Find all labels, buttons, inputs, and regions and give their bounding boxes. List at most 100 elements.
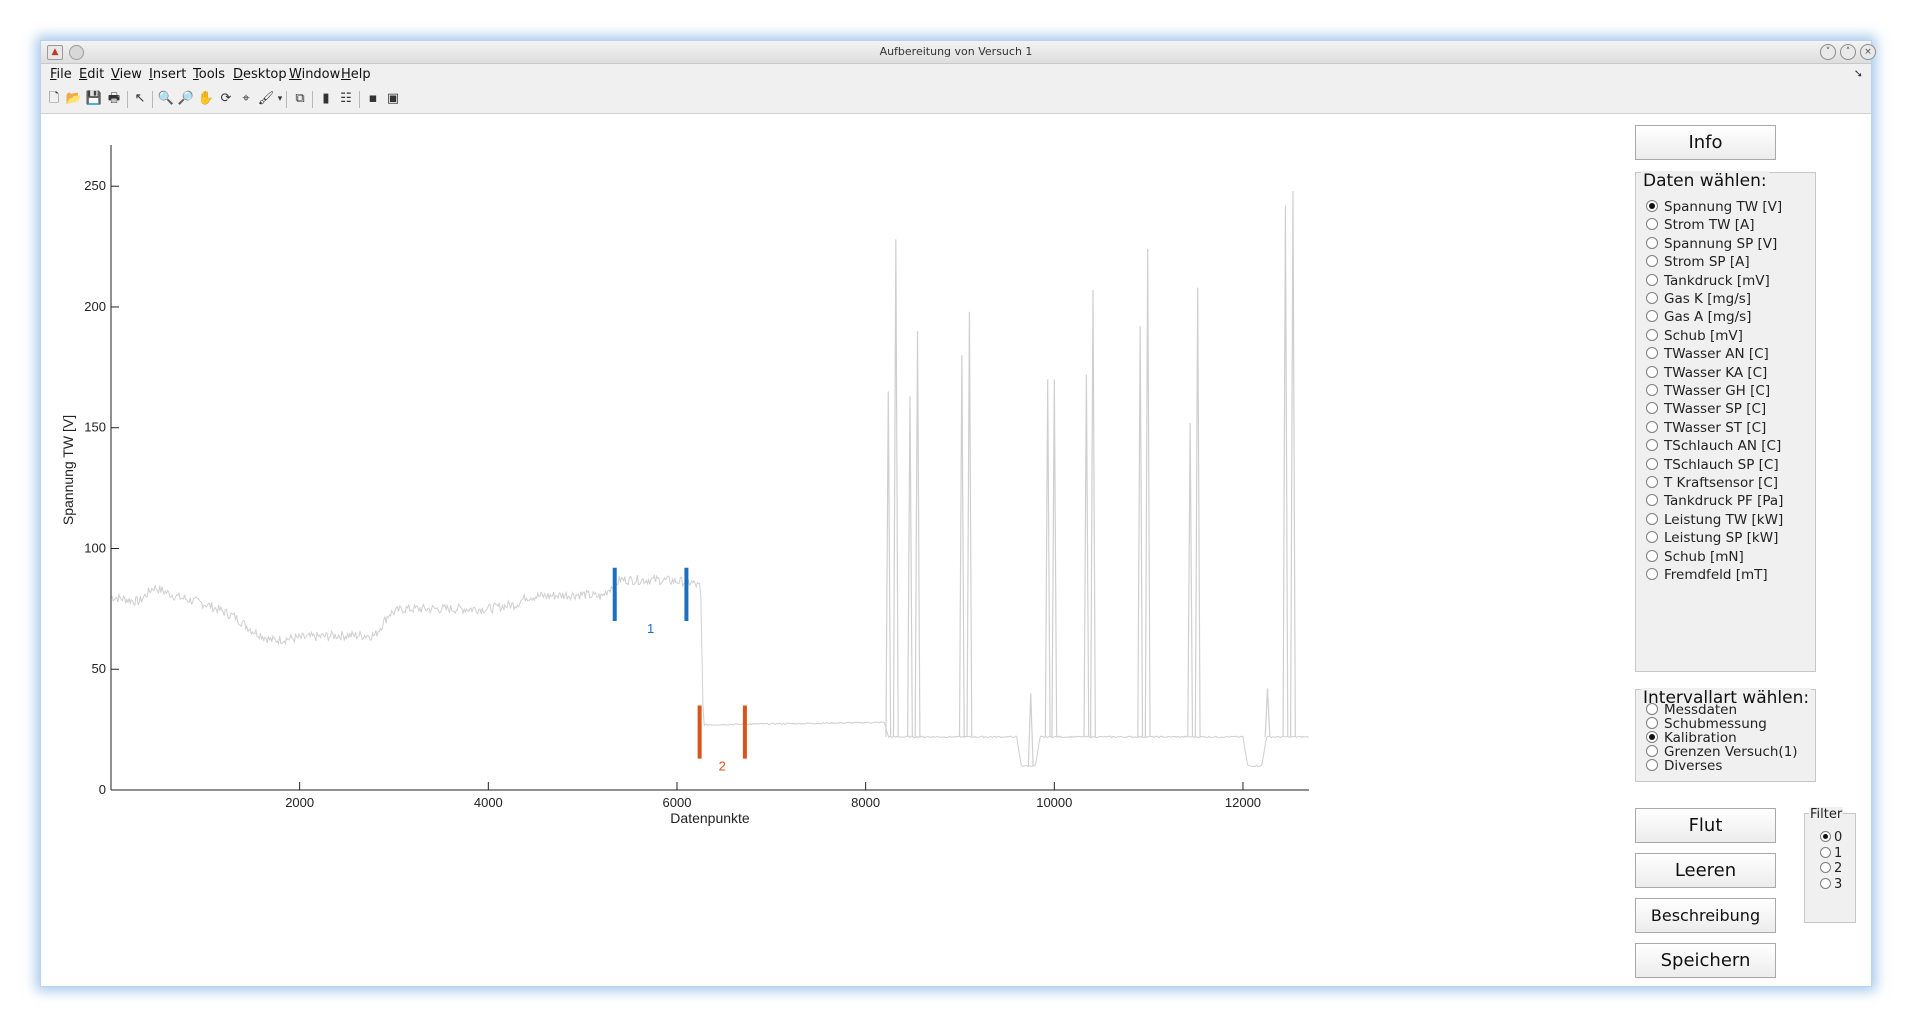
daten-option[interactable]: Strom TW [A]: [1646, 217, 1754, 235]
leeren-button[interactable]: Leeren: [1635, 853, 1776, 888]
filter-option[interactable]: 1: [1820, 846, 1842, 861]
minimize-icon[interactable]: ˅: [1820, 44, 1836, 60]
line-chart[interactable]: 1 2 2000 4000 6000 8000 10000 12000 0 50 100 150 20…: [41, 115, 1621, 985]
radio-button-icon[interactable]: [1820, 877, 1831, 889]
daten-option[interactable]: Schub [mN]: [1646, 549, 1744, 567]
radio-button-icon[interactable]: [1646, 365, 1658, 378]
menu-view[interactable]: View: [111, 67, 142, 82]
daten-option[interactable]: Schub [mV]: [1646, 328, 1743, 346]
daten-option-label: TWasser SP [C]: [1664, 401, 1767, 418]
radio-button-icon[interactable]: [1646, 200, 1658, 212]
pointer-icon[interactable]: ↖: [131, 90, 149, 108]
daten-option[interactable]: Fremdfeld [mT]: [1646, 567, 1768, 585]
radio-button-icon[interactable]: [1646, 439, 1658, 452]
daten-option[interactable]: Strom SP [A]: [1646, 254, 1750, 272]
daten-option[interactable]: Tankdruck PF [Pa]: [1646, 493, 1783, 511]
beschreibung-button[interactable]: Beschreibung: [1635, 898, 1776, 933]
daten-option[interactable]: T Kraftsensor [C]: [1646, 475, 1778, 493]
radio-button-icon[interactable]: [1646, 549, 1658, 562]
menu-tools[interactable]: Tools: [193, 67, 225, 82]
data-cursor-icon[interactable]: ⌖: [237, 90, 255, 108]
daten-option[interactable]: TWasser KA [C]: [1646, 365, 1767, 383]
radio-button-icon[interactable]: [1646, 218, 1658, 231]
daten-option[interactable]: Gas A [mg/s]: [1646, 309, 1751, 327]
radio-button-icon[interactable]: [1646, 273, 1658, 286]
radio-button-icon[interactable]: [1646, 402, 1658, 415]
radio-button-icon[interactable]: [1646, 512, 1658, 525]
daten-option[interactable]: Tankdruck [mV]: [1646, 273, 1770, 291]
radio-button-icon[interactable]: [1646, 292, 1658, 304]
rotate-3d-icon[interactable]: ⟳: [217, 90, 235, 108]
radio-button-icon[interactable]: [1646, 236, 1658, 249]
radio-button-icon[interactable]: [1820, 862, 1831, 873]
filter-option[interactable]: 0: [1820, 830, 1842, 845]
flut-button[interactable]: Flut: [1635, 808, 1776, 843]
radio-button-icon[interactable]: [1646, 494, 1658, 507]
daten-option[interactable]: Spannung TW [V]: [1646, 199, 1782, 217]
daten-option[interactable]: TWasser SP [C]: [1646, 401, 1766, 419]
speichern-button[interactable]: Speichern: [1635, 943, 1776, 978]
radio-button-icon[interactable]: [1646, 568, 1658, 580]
open-file-icon[interactable]: 📂: [65, 90, 83, 108]
radio-button-icon[interactable]: [1646, 745, 1658, 757]
radio-button-icon[interactable]: [1646, 255, 1658, 268]
show-plot-tools-icon[interactable]: ▣: [384, 90, 402, 108]
link-plot-icon[interactable]: ⧉: [291, 90, 309, 108]
menu-desktop[interactable]: Desktop: [233, 67, 287, 82]
daten-option[interactable]: TSchlauch AN [C]: [1646, 438, 1781, 456]
zoom-in-icon[interactable]: 🔍: [157, 90, 175, 108]
daten-option[interactable]: TWasser GH [C]: [1646, 383, 1770, 401]
window-title: Aufbereitung von Versuch 1: [879, 45, 1033, 58]
radio-button-icon[interactable]: [1820, 831, 1831, 842]
daten-option[interactable]: Leistung TW [kW]: [1646, 512, 1783, 530]
hide-plot-tools-icon[interactable]: ▪: [364, 90, 382, 108]
daten-option[interactable]: Spannung SP [V]: [1646, 236, 1777, 254]
daten-option[interactable]: Gas K [mg/s]: [1646, 291, 1751, 309]
info-button[interactable]: Info: [1635, 125, 1776, 160]
radio-button-icon[interactable]: [1646, 476, 1658, 488]
data-spike: [892, 239, 899, 737]
radio-button-icon[interactable]: [1646, 717, 1658, 729]
maximize-icon[interactable]: ˄: [1840, 44, 1856, 60]
data-spike: [1264, 688, 1271, 737]
zoom-out-icon[interactable]: 🔎: [177, 90, 195, 108]
plot-area[interactable]: 1 2 2000 4000 6000 8000 10000 12000 0 50 100 150 20…: [41, 115, 1621, 985]
daten-option[interactable]: Leistung SP [kW]: [1646, 530, 1778, 548]
daten-option[interactable]: TWasser AN [C]: [1646, 346, 1769, 364]
filter-option[interactable]: 3: [1820, 877, 1842, 892]
radio-button-icon[interactable]: [1646, 420, 1658, 433]
close-icon[interactable]: ×: [1860, 44, 1876, 60]
intervall-option[interactable]: Diverses: [1646, 758, 1722, 776]
menu-window[interactable]: Window: [289, 67, 340, 82]
radio-button-icon[interactable]: [1646, 347, 1658, 360]
colorbar-icon[interactable]: ▮: [317, 90, 335, 108]
title-bar[interactable]: ▲ Aufbereitung von Versuch 1 ˅ ˄ ×: [41, 41, 1876, 64]
radio-button-icon[interactable]: [1646, 731, 1658, 743]
filter-option[interactable]: 2: [1820, 861, 1842, 876]
legend-icon[interactable]: ☷: [337, 90, 355, 108]
radio-button-icon[interactable]: [1646, 328, 1658, 341]
radio-button-icon[interactable]: [1646, 703, 1658, 715]
pan-icon[interactable]: ✋: [197, 90, 215, 108]
menu-help[interactable]: Help: [341, 67, 371, 82]
new-figure-icon[interactable]: 🗋: [45, 90, 63, 108]
radio-button-icon[interactable]: [1820, 846, 1831, 858]
y-tick-label: 250: [84, 178, 106, 193]
dock-arrow-icon[interactable]: ➘: [1854, 67, 1863, 80]
menu-insert[interactable]: Insert: [149, 67, 186, 82]
radio-button-icon[interactable]: [1646, 759, 1658, 771]
y-tick-label: 200: [84, 299, 106, 314]
radio-button-icon[interactable]: [1646, 457, 1658, 470]
filter-option-label: 1: [1834, 845, 1843, 861]
print-icon[interactable]: 🖶: [105, 90, 123, 108]
figure-window: ▲ Aufbereitung von Versuch 1 ˅ ˄ × File …: [40, 40, 1876, 987]
menu-edit[interactable]: Edit: [79, 67, 104, 82]
menu-file[interactable]: File: [50, 67, 72, 82]
daten-option[interactable]: TSchlauch SP [C]: [1646, 457, 1779, 475]
radio-button-icon[interactable]: [1646, 384, 1658, 396]
intervall-panel: Intervallart wählen: Messdaten Schubmessu…: [1635, 688, 1816, 782]
save-icon[interactable]: 💾: [85, 90, 103, 108]
radio-button-icon[interactable]: [1646, 531, 1658, 544]
daten-option[interactable]: TWasser ST [C]: [1646, 420, 1766, 438]
radio-button-icon[interactable]: [1646, 310, 1658, 323]
